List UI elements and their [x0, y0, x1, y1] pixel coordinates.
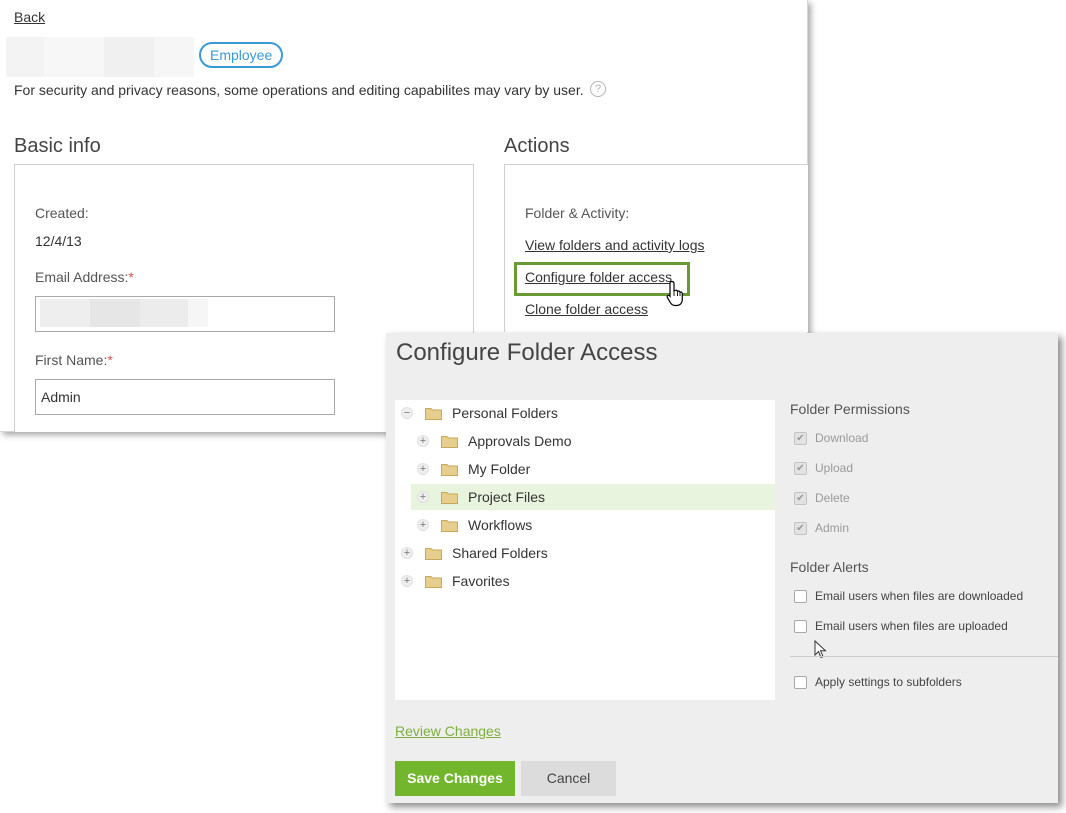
permission-label: Download — [815, 431, 869, 445]
help-icon[interactable]: ? — [590, 81, 606, 97]
permission-label: Upload — [815, 461, 854, 475]
email-label: Email Address:* — [35, 269, 134, 285]
back-link[interactable]: Back — [14, 9, 45, 25]
email-label-text: Email Address: — [35, 269, 129, 285]
created-label: Created: — [35, 205, 89, 221]
checkbox-checked[interactable]: ✔ — [794, 491, 807, 505]
settings-divider — [790, 656, 1058, 657]
permission-label: Admin — [815, 521, 850, 535]
folder-icon — [425, 407, 442, 420]
tree-item-project-files[interactable]: + Project Files — [411, 484, 775, 510]
required-marker: * — [128, 269, 134, 285]
tree-item-label: Workflows — [468, 517, 533, 533]
basic-info-title: Basic info — [14, 135, 101, 157]
folder-icon — [441, 491, 458, 504]
clone-folder-access-link[interactable]: Clone folder access — [525, 301, 648, 317]
apply-to-subfolders[interactable]: Apply settings to subfolders — [794, 675, 962, 689]
cancel-button[interactable]: Cancel — [521, 761, 616, 796]
configure-folder-access-dialog: Configure Folder Access − Personal Folde… — [386, 333, 1058, 803]
expand-icon[interactable]: + — [417, 463, 429, 475]
role-badge: Employee — [199, 42, 284, 68]
folder-alerts-title: Folder Alerts — [790, 559, 869, 575]
tree-item-label: Favorites — [452, 573, 510, 589]
folder-icon — [425, 575, 442, 588]
expand-icon[interactable]: + — [417, 519, 429, 531]
user-name-redacted — [6, 37, 194, 77]
tree-item-approvals-demo[interactable]: + Approvals Demo — [395, 428, 775, 454]
checkbox-checked[interactable]: ✔ — [794, 461, 807, 475]
checkbox[interactable] — [794, 589, 807, 603]
tree-item-label: Project Files — [468, 489, 546, 505]
folder-tree: − Personal Folders + Approvals Demo + My… — [395, 400, 775, 700]
tree-item-personal-folders[interactable]: − Personal Folders — [395, 400, 775, 426]
folder-permissions-title: Folder Permissions — [790, 401, 910, 417]
tree-item-label: Personal Folders — [452, 405, 558, 421]
expand-icon[interactable]: + — [417, 491, 429, 503]
first-name-label: First Name:* — [35, 352, 113, 368]
tree-item-my-folder[interactable]: + My Folder — [395, 456, 775, 482]
created-value: 12/4/13 — [35, 233, 82, 249]
permission-upload[interactable]: ✔ Upload — [794, 461, 853, 475]
apply-subfolders-label: Apply settings to subfolders — [815, 675, 962, 689]
expand-icon[interactable]: + — [401, 547, 413, 559]
first-name-label-text: First Name: — [35, 352, 108, 368]
alert-label: Email users when files are uploaded — [815, 619, 1008, 633]
tree-item-label: Shared Folders — [452, 545, 548, 561]
checkbox-checked[interactable]: ✔ — [794, 431, 807, 445]
alert-uploaded[interactable]: Email users when files are uploaded — [794, 619, 1008, 633]
permission-admin[interactable]: ✔ Admin — [794, 521, 849, 535]
review-changes-link[interactable]: Review Changes — [395, 723, 501, 739]
checkbox[interactable] — [794, 675, 807, 689]
dialog-title: Configure Folder Access — [396, 339, 658, 366]
email-value-redacted — [40, 299, 208, 327]
collapse-icon[interactable]: − — [401, 407, 413, 419]
required-marker: * — [107, 352, 113, 368]
actions-title: Actions — [504, 135, 570, 157]
permission-label: Delete — [815, 491, 850, 505]
security-note: For security and privacy reasons, some o… — [14, 82, 584, 98]
first-name-field[interactable]: Admin — [35, 379, 335, 415]
checkbox[interactable] — [794, 619, 807, 633]
folder-icon — [441, 463, 458, 476]
tree-item-shared-folders[interactable]: + Shared Folders — [395, 540, 775, 566]
alert-downloaded[interactable]: Email users when files are downloaded — [794, 589, 1023, 603]
hand-cursor-icon — [666, 280, 683, 307]
tree-item-label: My Folder — [468, 461, 531, 477]
checkbox-checked[interactable]: ✔ — [794, 521, 807, 535]
folder-icon — [425, 547, 442, 560]
actions-panel: Folder & Activity: View folders and acti… — [504, 164, 808, 332]
view-folders-link[interactable]: View folders and activity logs — [525, 237, 705, 253]
folder-activity-label: Folder & Activity: — [525, 205, 630, 221]
arrow-cursor-icon — [814, 640, 827, 659]
tree-item-favorites[interactable]: + Favorites — [395, 568, 775, 594]
configure-folder-access-link[interactable]: Configure folder access — [525, 269, 672, 285]
folder-icon — [441, 519, 458, 532]
folder-icon — [441, 435, 458, 448]
email-field[interactable] — [35, 296, 335, 332]
alert-label: Email users when files are downloaded — [815, 589, 1024, 603]
tree-item-workflows[interactable]: + Workflows — [395, 512, 775, 538]
permission-delete[interactable]: ✔ Delete — [794, 491, 850, 505]
save-changes-button[interactable]: Save Changes — [395, 761, 515, 796]
permission-download[interactable]: ✔ Download — [794, 431, 868, 445]
expand-icon[interactable]: + — [417, 435, 429, 447]
expand-icon[interactable]: + — [401, 575, 413, 587]
tree-item-label: Approvals Demo — [468, 433, 572, 449]
